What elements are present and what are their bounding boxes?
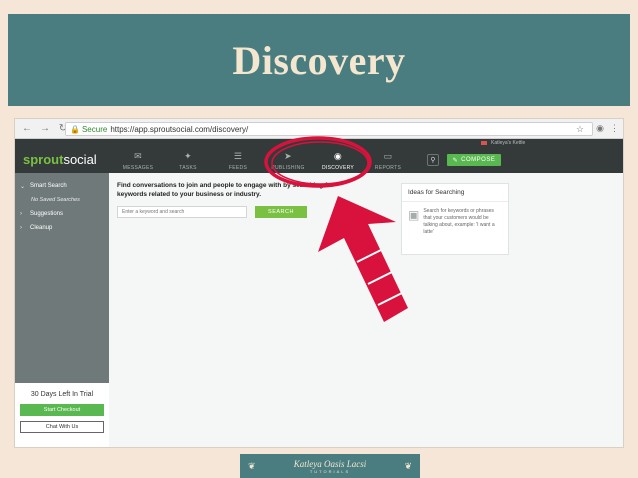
- discovery-main: Find conversations to join and people to…: [109, 173, 623, 447]
- nav-messages[interactable]: ✉ MESSAGES: [113, 147, 163, 171]
- forward-icon[interactable]: →: [39, 123, 51, 135]
- nav-publishing[interactable]: ➤ PUBLISHING: [263, 147, 313, 171]
- app-screenshot: ← → ↻ 🔒 Secure https://app.sproutsocial.…: [14, 118, 624, 448]
- author-name: Katleya Oasis Lacsi: [293, 458, 367, 469]
- folder-icon: [481, 141, 487, 145]
- no-saved-searches: No Saved Searches: [31, 197, 80, 203]
- menu-icon[interactable]: ⋮: [610, 123, 619, 134]
- slide-title: Discovery: [232, 37, 406, 83]
- back-icon[interactable]: ←: [21, 123, 33, 135]
- list-icon: ☰: [233, 151, 243, 161]
- nav-discovery[interactable]: ◉ DISCOVERY: [313, 147, 363, 171]
- ideas-panel: Ideas for Searching ▣ Search for keyword…: [401, 183, 509, 255]
- chevron-right-icon: ›: [20, 225, 22, 231]
- sidebar-item-cleanup[interactable]: › Cleanup: [15, 221, 109, 235]
- trial-text: 30 Days Left In Trial: [30, 391, 94, 398]
- address-bar[interactable]: 🔒 Secure https://app.sproutsocial.com/di…: [65, 122, 593, 136]
- browser-toolbar: ← → ↻ 🔒 Secure https://app.sproutsocial.…: [15, 119, 623, 139]
- discovery-headline: Find conversations to join and people to…: [117, 182, 334, 198]
- ideas-text: Search for keywords or phrases that your…: [423, 208, 495, 235]
- nav-feeds[interactable]: ☰ FEEDS: [213, 147, 263, 171]
- trial-panel: 30 Days Left In Trial Start Checkout Cha…: [15, 383, 109, 447]
- search-button[interactable]: SEARCH: [255, 206, 307, 218]
- chevron-right-icon: ›: [20, 211, 22, 217]
- compass-icon: ◉: [333, 151, 343, 161]
- sidebar-item-smart-search[interactable]: ⌄ Smart Search: [15, 179, 109, 193]
- bookmark-star-icon[interactable]: ☆: [576, 124, 584, 135]
- extension-icon[interactable]: ◉: [596, 123, 604, 134]
- url-text: https://app.sproutsocial.com/discovery/: [110, 124, 249, 134]
- fleur-de-lis-icon: ❦: [404, 461, 412, 471]
- ideas-title: Ideas for Searching: [402, 184, 508, 202]
- lock-icon: 🔒: [70, 124, 80, 134]
- chevron-down-icon: ⌄: [20, 183, 26, 190]
- author-subtitle: TUTORIALS: [309, 468, 351, 474]
- search-icon[interactable]: ⚲: [427, 154, 439, 166]
- envelope-icon: ✉: [134, 151, 142, 161]
- keyword-search-input[interactable]: [117, 206, 247, 218]
- app-header: Katleya's Kettle sproutsocial ✉ MESSAGES…: [15, 139, 623, 173]
- author-logo: ❦ Katleya Oasis Lacsi TUTORIALS ❦: [240, 454, 420, 478]
- send-icon: ➤: [284, 151, 292, 161]
- secure-label: Secure: [81, 124, 108, 134]
- main-nav: ✉ MESSAGES ✦ TASKS ☰ FEEDS ➤ PUBLISHING …: [113, 147, 413, 171]
- title-banner: Discovery: [8, 14, 630, 106]
- pin-icon: ✦: [184, 151, 192, 161]
- sproutsocial-logo[interactable]: sproutsocial: [23, 152, 97, 167]
- nav-tasks[interactable]: ✦ TASKS: [163, 147, 213, 171]
- sidebar-item-suggestions[interactable]: › Suggestions: [15, 207, 109, 221]
- chat-bubbles-icon: ▣: [408, 208, 420, 222]
- fleur-de-lis-icon: ❦: [248, 461, 256, 471]
- start-checkout-button[interactable]: Start Checkout: [20, 404, 104, 416]
- user-name[interactable]: Katleya's Kettle: [491, 140, 525, 146]
- nav-reports[interactable]: ▭ REPORTS: [363, 147, 413, 171]
- chat-with-us-button[interactable]: Chat With Us: [20, 421, 104, 433]
- compose-button[interactable]: ✎ COMPOSE: [447, 154, 501, 166]
- user-strip: Katleya's Kettle: [475, 139, 623, 147]
- bar-chart-icon: ▭: [383, 151, 393, 161]
- compose-icon: ✎: [452, 157, 459, 164]
